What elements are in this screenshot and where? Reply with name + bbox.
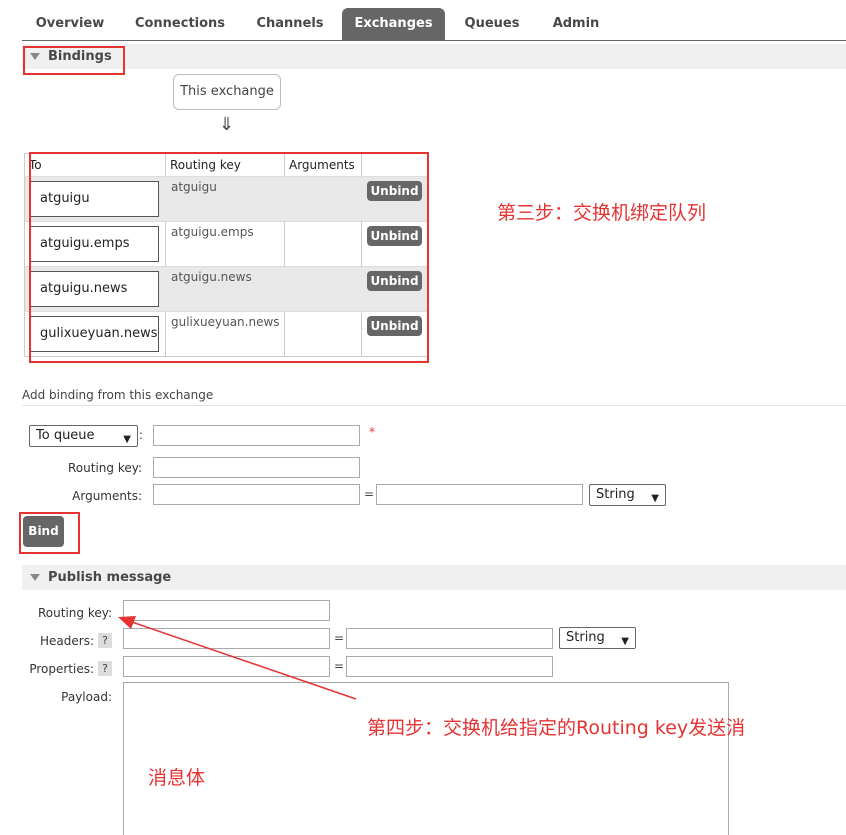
header-key-input[interactable] (123, 628, 330, 649)
bindings-table: To Routing key Arguments atguigu atguigu… (24, 153, 428, 357)
table-row: atguigu.news atguigu.news Unbind (25, 266, 427, 311)
bindings-section-header[interactable]: Bindings (22, 44, 846, 69)
annotation-step4: 第四步：交换机给指定的Routing key发送消 (367, 717, 746, 739)
binding-routing-key-input[interactable] (153, 457, 360, 478)
tab-overview[interactable]: Overview (22, 8, 118, 40)
collapse-triangle-icon (30, 53, 40, 60)
binding-routing-key-label: Routing key: (68, 461, 142, 475)
annotation-step3: 第三步：交换机绑定队列 (497, 202, 707, 224)
chevron-down-icon: ▼ (651, 493, 659, 504)
headers-label: Headers: (40, 634, 94, 648)
destination-type-select[interactable]: To queue ▼ (29, 425, 138, 447)
chevron-down-icon: ▼ (621, 636, 629, 647)
annotation-payload: 消息体 (148, 767, 206, 789)
headers-help-icon[interactable]: ? (98, 633, 112, 648)
header-type-select[interactable]: String ▼ (559, 627, 636, 649)
publish-routing-key-input[interactable] (123, 600, 330, 621)
nav-tabs: Overview Connections Channels Exchanges … (22, 8, 846, 41)
this-exchange-node: This exchange (173, 74, 281, 110)
bindings-title: Bindings (48, 49, 112, 64)
binding-argument-value-input[interactable] (376, 484, 583, 505)
properties-help-icon[interactable]: ? (98, 661, 112, 676)
destination-input[interactable] (153, 425, 360, 446)
queue-link[interactable]: atguigu.news (29, 271, 159, 307)
unbind-button[interactable]: Unbind (367, 226, 422, 246)
tab-connections[interactable]: Connections (126, 8, 234, 40)
publish-section-header[interactable]: Publish message (22, 565, 846, 590)
payload-label: Payload: (61, 690, 112, 704)
binding-argument-key-input[interactable] (153, 484, 360, 505)
col-to: To (29, 158, 42, 172)
down-arrow-icon: ⇓ (219, 114, 235, 135)
routing-key-value: atguigu (171, 180, 217, 194)
unbind-button[interactable]: Unbind (367, 181, 422, 201)
property-key-input[interactable] (123, 656, 330, 677)
required-mark: * (369, 425, 375, 439)
queue-link[interactable]: atguigu (29, 181, 159, 217)
tab-channels[interactable]: Channels (244, 8, 336, 40)
binding-argument-type-select[interactable]: String ▼ (589, 484, 666, 506)
table-row: atguigu.emps atguigu.emps Unbind (25, 221, 427, 266)
binding-arguments-label: Arguments: (72, 489, 142, 503)
add-binding-title: Add binding from this exchange (22, 388, 214, 402)
queue-link[interactable]: gulixueyuan.news (29, 316, 159, 352)
table-row: gulixueyuan.news gulixueyuan.news Unbind (25, 311, 427, 356)
table-row: atguigu atguigu Unbind (25, 176, 427, 221)
tab-admin[interactable]: Admin (542, 8, 610, 40)
payload-textarea[interactable] (123, 682, 729, 835)
col-routing-key: Routing key (170, 158, 241, 172)
header-value-input[interactable] (346, 628, 553, 649)
publish-title: Publish message (48, 570, 172, 585)
routing-key-value: atguigu.emps (171, 225, 254, 239)
properties-label: Properties: (29, 662, 94, 676)
queue-link[interactable]: atguigu.emps (29, 226, 159, 262)
collapse-triangle-icon (30, 574, 40, 581)
tab-exchanges[interactable]: Exchanges (342, 8, 445, 40)
col-arguments: Arguments (289, 158, 355, 172)
unbind-button[interactable]: Unbind (367, 271, 422, 291)
tab-queues[interactable]: Queues (454, 8, 530, 40)
bind-button[interactable]: Bind (23, 516, 64, 547)
table-header: To Routing key Arguments (25, 154, 427, 176)
routing-key-value: atguigu.news (171, 270, 252, 284)
unbind-button[interactable]: Unbind (367, 316, 422, 336)
routing-key-value: gulixueyuan.news (171, 315, 280, 329)
publish-routing-key-label: Routing key: (38, 606, 112, 620)
chevron-down-icon: ▼ (123, 434, 131, 445)
property-value-input[interactable] (346, 656, 553, 677)
